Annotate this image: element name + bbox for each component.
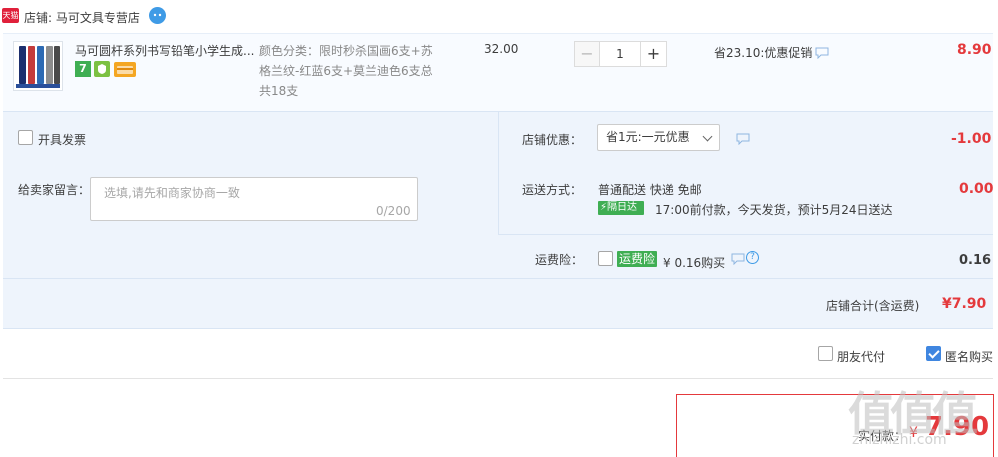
shield-icon xyxy=(94,61,110,77)
tmall-icon: 天猫 xyxy=(2,8,19,23)
product-thumbnail[interactable] xyxy=(13,41,63,91)
thumbnail-label-strip xyxy=(16,84,60,88)
next-day-delivery-badge: ⚡隔日达 xyxy=(598,201,644,215)
shop-discount-amount: -1.00 xyxy=(951,131,992,147)
shop-discount-label: 店铺优惠： xyxy=(522,133,583,147)
sku-description: 颜色分类：限时秒杀国画6支+苏格兰纹-红蓝6支+莫兰迪色6支总共18支 xyxy=(259,44,433,98)
pencil-graphic xyxy=(28,46,35,84)
shipping-amount: 0.00 xyxy=(959,181,994,197)
quantity-input[interactable]: 1 xyxy=(599,41,641,67)
shipping-label: 运送方式： xyxy=(522,183,583,197)
shipping-insurance-badge: 运费险 xyxy=(617,251,657,267)
message-char-count: 0/200 xyxy=(376,204,411,218)
friend-pay-checkbox[interactable] xyxy=(818,346,833,361)
card-icon xyxy=(114,62,136,77)
quantity-increase-button[interactable]: + xyxy=(640,41,667,67)
pencil-graphic xyxy=(37,46,44,84)
product-title-link[interactable]: 马可圆杆系列书写铅笔小学生成... xyxy=(75,42,255,59)
shop-discount-value: 省1元:一元优惠 xyxy=(606,130,690,144)
unit-price: 32.00 xyxy=(484,42,519,56)
shipping-method: 普通配送 快递 免邮 xyxy=(598,183,702,197)
seller-message-placeholder: 选填,请先和商家协商一致 xyxy=(104,186,240,200)
pencil-graphic xyxy=(19,46,26,84)
chevron-down-icon xyxy=(702,131,713,142)
invoice-label[interactable]: 开具发票 xyxy=(38,131,86,148)
divider xyxy=(3,378,993,379)
shipping-eta: 17:00前付款，今天发货，预计5月24日送达 xyxy=(655,203,893,217)
shop-subtotal-amount: ¥7.90 xyxy=(942,296,987,312)
divider xyxy=(498,234,993,235)
watermark-url: zhizhizhi.com xyxy=(852,432,947,448)
promotion-text: 省23.10:优惠促销 xyxy=(714,46,813,60)
anonymous-purchase-checkbox[interactable] xyxy=(926,346,941,361)
invoice-checkbox[interactable] xyxy=(18,130,33,145)
help-question-icon[interactable]: ? xyxy=(746,251,759,264)
shipping-insurance-label: 运费险： xyxy=(535,253,584,267)
wangwang-chat-icon[interactable] xyxy=(149,7,166,24)
lightning-icon: ⚡ xyxy=(600,202,608,213)
shop-name-link[interactable]: 店铺: 马可文具专营店 xyxy=(24,9,140,26)
anonymous-purchase-label[interactable]: 匿名购买 xyxy=(945,348,993,365)
shipping-insurance-checkbox[interactable] xyxy=(598,251,613,266)
shipping-insurance-amount: 0.16 xyxy=(959,253,992,268)
friend-pay-label[interactable]: 朋友代付 xyxy=(837,348,885,365)
pencil-graphic xyxy=(46,46,53,84)
shop-subtotal-label: 店铺合计(含运费) xyxy=(826,299,920,313)
pencil-graphic xyxy=(54,46,60,84)
shipping-insurance-price: ¥ 0.16购买 xyxy=(663,256,726,270)
quantity-decrease-button[interactable]: − xyxy=(574,41,600,67)
divider xyxy=(498,111,499,234)
item-total-price: 8.90 xyxy=(957,42,992,58)
seven-day-return-icon: 7 xyxy=(75,61,91,77)
next-day-delivery-label: 隔日达 xyxy=(607,202,638,213)
seller-message-label: 给卖家留言： xyxy=(18,183,91,197)
shop-discount-select[interactable]: 省1元:一元优惠 xyxy=(597,124,720,151)
